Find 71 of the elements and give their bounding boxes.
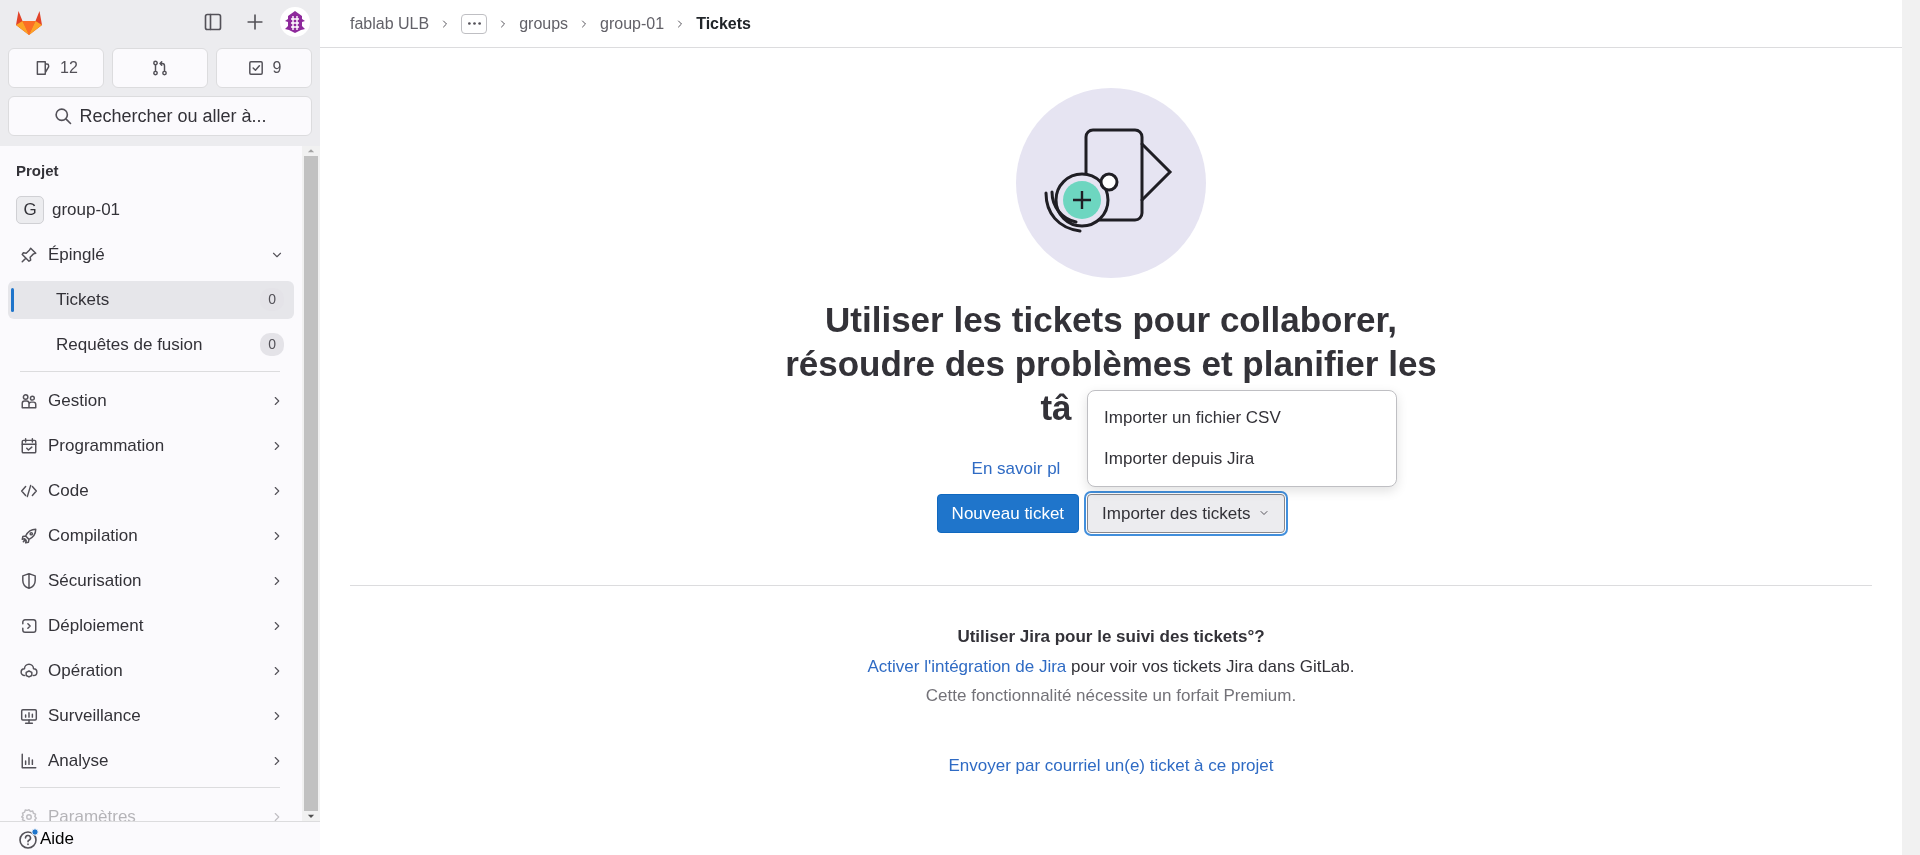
jira-title: Utiliser Jira pour le suivi des tickets°? [957, 626, 1265, 648]
project-name: group-01 [52, 198, 121, 221]
jira-integration-link[interactable]: Activer l'intégration de Jira [867, 656, 1067, 676]
breadcrumb-link[interactable]: group-01 [600, 11, 665, 36]
jira-text: Activer l'intégration de Jira pour voir vos tickets Jira dans GitLab. [867, 655, 1355, 678]
nav-label: Sécurisation [48, 569, 142, 592]
calendar-icon [20, 436, 38, 455]
nav-item[interactable]: Requêtes de fusion 0 [8, 325, 294, 364]
nav-item[interactable]: Surveillance [8, 696, 294, 735]
empty-state-title: tâ [1040, 387, 1072, 429]
monitor-icon [20, 706, 38, 725]
nav-item[interactable]: Sécurisation [8, 561, 294, 600]
nav-item[interactable]: Tickets 0 [8, 280, 294, 319]
count-badge: 0 [260, 333, 284, 356]
shield-icon [20, 571, 38, 590]
panel-icon [203, 12, 223, 32]
new-ticket-button[interactable]: Nouveau ticket [936, 493, 1080, 533]
empty-state-title: Utiliser les tickets pour collaborer, [825, 299, 1397, 341]
breadcrumb-current[interactable]: Tickets [696, 11, 751, 36]
chart-icon [20, 751, 38, 770]
nav-item[interactable]: Déploiement [8, 606, 294, 645]
cloud-icon [20, 661, 38, 680]
nav-item[interactable]: Code [8, 471, 294, 510]
nav-label: Tickets [56, 288, 110, 311]
nav-item[interactable]: Compilation [8, 516, 294, 555]
checkbox-icon [246, 59, 265, 77]
project-avatar: G [16, 195, 44, 224]
todos-button[interactable]: 9 [216, 48, 312, 88]
help-button[interactable]: Aide [18, 825, 75, 852]
pinned-toggle[interactable]: Épinglé [8, 235, 294, 274]
plus-icon [245, 12, 265, 32]
nav-label: Gestion [48, 389, 107, 412]
nav-item[interactable]: Programmation [8, 426, 294, 465]
nav-label: Programmation [48, 434, 165, 457]
pin-icon [20, 245, 38, 264]
premium-note: Cette fonctionnalité nécessite un forfait Premium. [925, 685, 1297, 707]
nav-label: Déploiement [48, 614, 144, 637]
section-title: Projet [15, 161, 60, 181]
nav-label: Opération [48, 659, 123, 682]
search-button[interactable]: Rechercher ou aller à... [8, 96, 312, 136]
fox-logo-icon[interactable] [14, 8, 44, 36]
email-ticket-link[interactable]: Envoyer par courriel un(e) ticket à ce projet [948, 752, 1274, 778]
breadcrumb-link[interactable]: groups [519, 11, 569, 36]
pinned-label: Épinglé [48, 243, 105, 266]
breadcrumb-link[interactable]: fablab ULB [350, 11, 430, 36]
merge-icon [151, 59, 169, 77]
nav-item[interactable]: Gestion [8, 381, 294, 420]
more-button[interactable] [461, 13, 488, 34]
menu-item[interactable]: Importer un fichier CSV [1088, 396, 1397, 438]
search-icon [53, 106, 74, 126]
avatar-icon[interactable] [280, 7, 310, 37]
empty-state-title: résoudre des problèmes et planifier les [785, 343, 1437, 385]
project-link[interactable]: G group-01 [8, 190, 294, 229]
ellipsis-icon [467, 22, 481, 25]
rocket-icon [20, 526, 38, 545]
nav-label: Surveillance [48, 704, 141, 727]
nav-label: Compilation [48, 524, 138, 547]
import-dropdown-button[interactable]: Importer des tickets [1087, 493, 1286, 533]
people-icon [20, 391, 38, 410]
deploy-icon [20, 616, 38, 635]
nav-label: Requêtes de fusion [56, 333, 203, 356]
menu-item[interactable]: Importer depuis Jira [1088, 438, 1397, 480]
nav-item[interactable]: Opération [8, 651, 294, 690]
nav-item[interactable]: Analyse [8, 741, 294, 780]
issues-button[interactable]: 12 [8, 48, 104, 88]
learn-more-link[interactable]: En savoir pl [971, 459, 1061, 478]
gear-icon [20, 807, 38, 821]
nav-label: Analyse [48, 749, 109, 772]
nav-label: Code [48, 479, 89, 502]
help-icon [18, 827, 40, 850]
nav-label: Paramètres [48, 805, 136, 821]
